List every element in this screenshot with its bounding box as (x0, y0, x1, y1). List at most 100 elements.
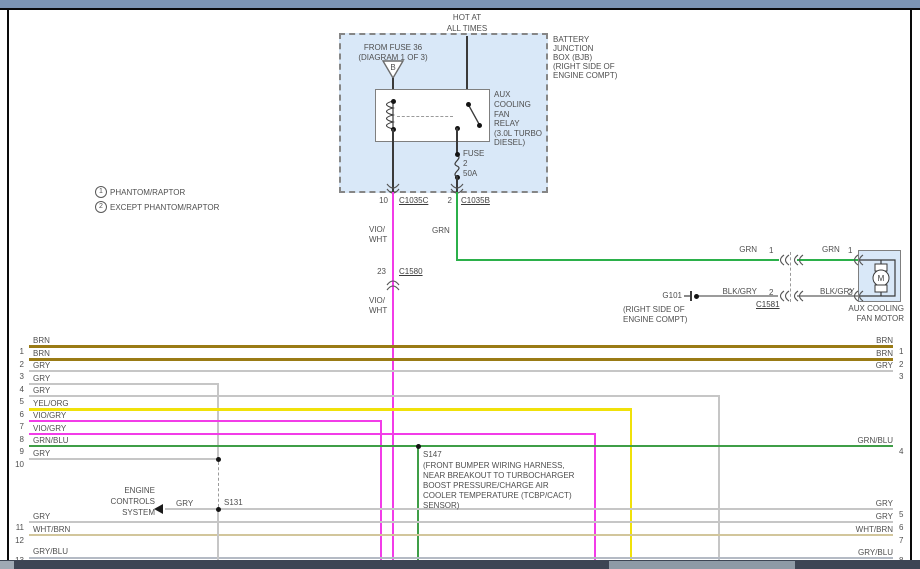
splice-s131-dot (216, 507, 221, 512)
wire-color-label: GRN (717, 245, 757, 254)
wire-brn-1 (29, 345, 893, 348)
wire-color-label: GRY (33, 386, 50, 395)
wire-color-label: VIO/GRY (33, 424, 66, 433)
wire-gry-blu-13 (29, 557, 893, 559)
wire-color-label: BLK/GRY (717, 287, 757, 296)
wire-color-label: GRY (793, 361, 893, 370)
switch-contact-dot (466, 102, 471, 107)
wire-gry-5 (29, 395, 720, 397)
splice-s147-note-line: BOOST PRESSURE/CHARGE AIR (423, 481, 549, 490)
connector-half-icon (789, 253, 805, 267)
connector-link-c1580[interactable]: C1580 (399, 267, 423, 276)
bjb-caption-line: ENGINE COMPT) (553, 71, 617, 80)
fuse-name-label: FUSE (463, 149, 484, 158)
wire-color-label: GRY (33, 374, 50, 383)
wire-vio-gry-7-vertical (380, 420, 382, 560)
note-2-text: EXCEPT PHANTOM/RAPTOR (110, 203, 219, 212)
power-source-label-line1: HOT AT (427, 13, 507, 22)
wire-gry-3 (29, 370, 893, 372)
splice-s147-note-line: SENSOR) (423, 501, 459, 510)
horizontal-scrollbar-thumb[interactable] (609, 561, 795, 569)
wire-color-label: GRY (793, 512, 893, 521)
bjb-caption-line: BATTERY (553, 35, 589, 44)
switch-blade-dot (477, 123, 482, 128)
wire-color-label: GRY/BLU (793, 548, 893, 557)
wire-color-label: BRN (793, 336, 893, 345)
engine-controls-arrow-icon (154, 504, 163, 514)
wire-number-right: 7 (899, 536, 903, 545)
wire-number-right: 4 (899, 447, 903, 456)
connector-pin-number: 1 (769, 246, 773, 255)
scrollbar-left-grip[interactable] (0, 561, 14, 569)
wire-grn-vertical (456, 192, 458, 261)
splice-s147-dot (416, 444, 421, 449)
bjb-caption-line: (RIGHT SIDE OF (553, 62, 615, 71)
wire-color-label: GRN (432, 226, 450, 235)
wire-color-label: BRN (33, 336, 50, 345)
wire-number-right: 5 (899, 510, 903, 519)
wire-number-right: 6 (899, 523, 903, 532)
wire-color-label: GRY (33, 512, 50, 521)
wire-number-right: 2 (899, 360, 903, 369)
frame-top-border (0, 8, 920, 10)
wire-color-label: WHT (369, 306, 387, 315)
engine-controls-line: ENGINE (95, 486, 155, 495)
connector-half-icon (789, 289, 805, 303)
power-source-label-line2: ALL TIMES (427, 24, 507, 33)
wire-color-label: VIO/GRY (33, 411, 66, 420)
wire-color-label: GRY/BLU (33, 547, 68, 556)
wire-vio-gry-8 (29, 433, 596, 435)
splice-s131-label: S131 (224, 498, 243, 507)
triangle-b-reference-icon[interactable]: B (381, 58, 405, 80)
wire-color-label: GRY (33, 449, 50, 458)
wire-color-label: VIO/ (369, 225, 385, 234)
wire-grn-blu-9 (29, 445, 893, 447)
wire-color-label: GRN (822, 245, 840, 254)
fuse-number-label: 2 (463, 159, 467, 168)
wire-color-label: GRN/BLU (33, 436, 69, 445)
component-pin-icon (849, 289, 865, 303)
wire-color-label: YEL/ORG (33, 399, 69, 408)
wire-color-label: GRY (793, 499, 893, 508)
engine-controls-line: CONTROLS (95, 497, 155, 506)
connector-link-c1581[interactable]: C1581 (756, 300, 780, 309)
ground-location-line: (RIGHT SIDE OF (623, 305, 685, 314)
fuse-rating-label: 50A (463, 169, 477, 178)
relay-caption-line: RELAY (494, 119, 520, 128)
svg-text:M: M (878, 274, 885, 283)
wire-color-label: GRN/BLU (793, 436, 893, 445)
connector-pin-number: 10 (372, 196, 388, 205)
component-pin-icon (849, 253, 865, 267)
ground-terminal-dot (694, 294, 699, 299)
relay-caption-line: COOLING (494, 100, 531, 109)
motor-caption-line: AUX COOLING (838, 304, 904, 313)
wire-vio-wht-vertical (392, 192, 394, 560)
wire-number-right: 1 (899, 347, 903, 356)
wire-gry-11 (29, 521, 893, 523)
relay-caption-line: DIESEL) (494, 138, 525, 147)
wire-color-label: BRN (33, 349, 50, 358)
connector-pin-number: 23 (370, 267, 386, 276)
relay-caption-line: FAN (494, 110, 510, 119)
relay-caption-line: AUX (494, 90, 510, 99)
connector-pin-number: 2 (769, 288, 773, 297)
splice-s147-note-line: (FRONT BUMPER WIRING HARNESS, (423, 461, 565, 470)
wire-color-label: WHT/BRN (793, 525, 893, 534)
frame-right-border (910, 10, 912, 560)
connector-link-c1035c[interactable]: C1035C (399, 196, 428, 205)
bjb-caption-line: JUNCTION (553, 44, 593, 53)
wiring-diagram-canvas: HOT AT ALL TIMES BATTERY JUNCTION BOX (B… (0, 0, 920, 569)
wire-color-label: GRY (33, 361, 50, 370)
wire-10-junction-dot (216, 457, 221, 462)
wire-yel-org-6-vertical (630, 408, 632, 560)
engine-controls-line: SYSTEM (95, 508, 155, 517)
splice-s147-note-line: COOLER TEMPERATURE (TCBP/CACT) (423, 491, 572, 500)
connector-link-c1035b[interactable]: C1035B (461, 196, 490, 205)
ground-location-line: ENGINE COMPT) (623, 315, 687, 324)
wire-brn-2 (29, 358, 893, 361)
relay-actuation-dashed-line (397, 116, 453, 117)
relay-caption-line: (3.0L TURBO (494, 129, 542, 138)
splice-s147-note-line: NEAR BREAKOUT TO TURBOCHARGER (423, 471, 574, 480)
from-fuse-label-line1: FROM FUSE 36 (333, 43, 453, 52)
frame-left-border (7, 10, 9, 560)
